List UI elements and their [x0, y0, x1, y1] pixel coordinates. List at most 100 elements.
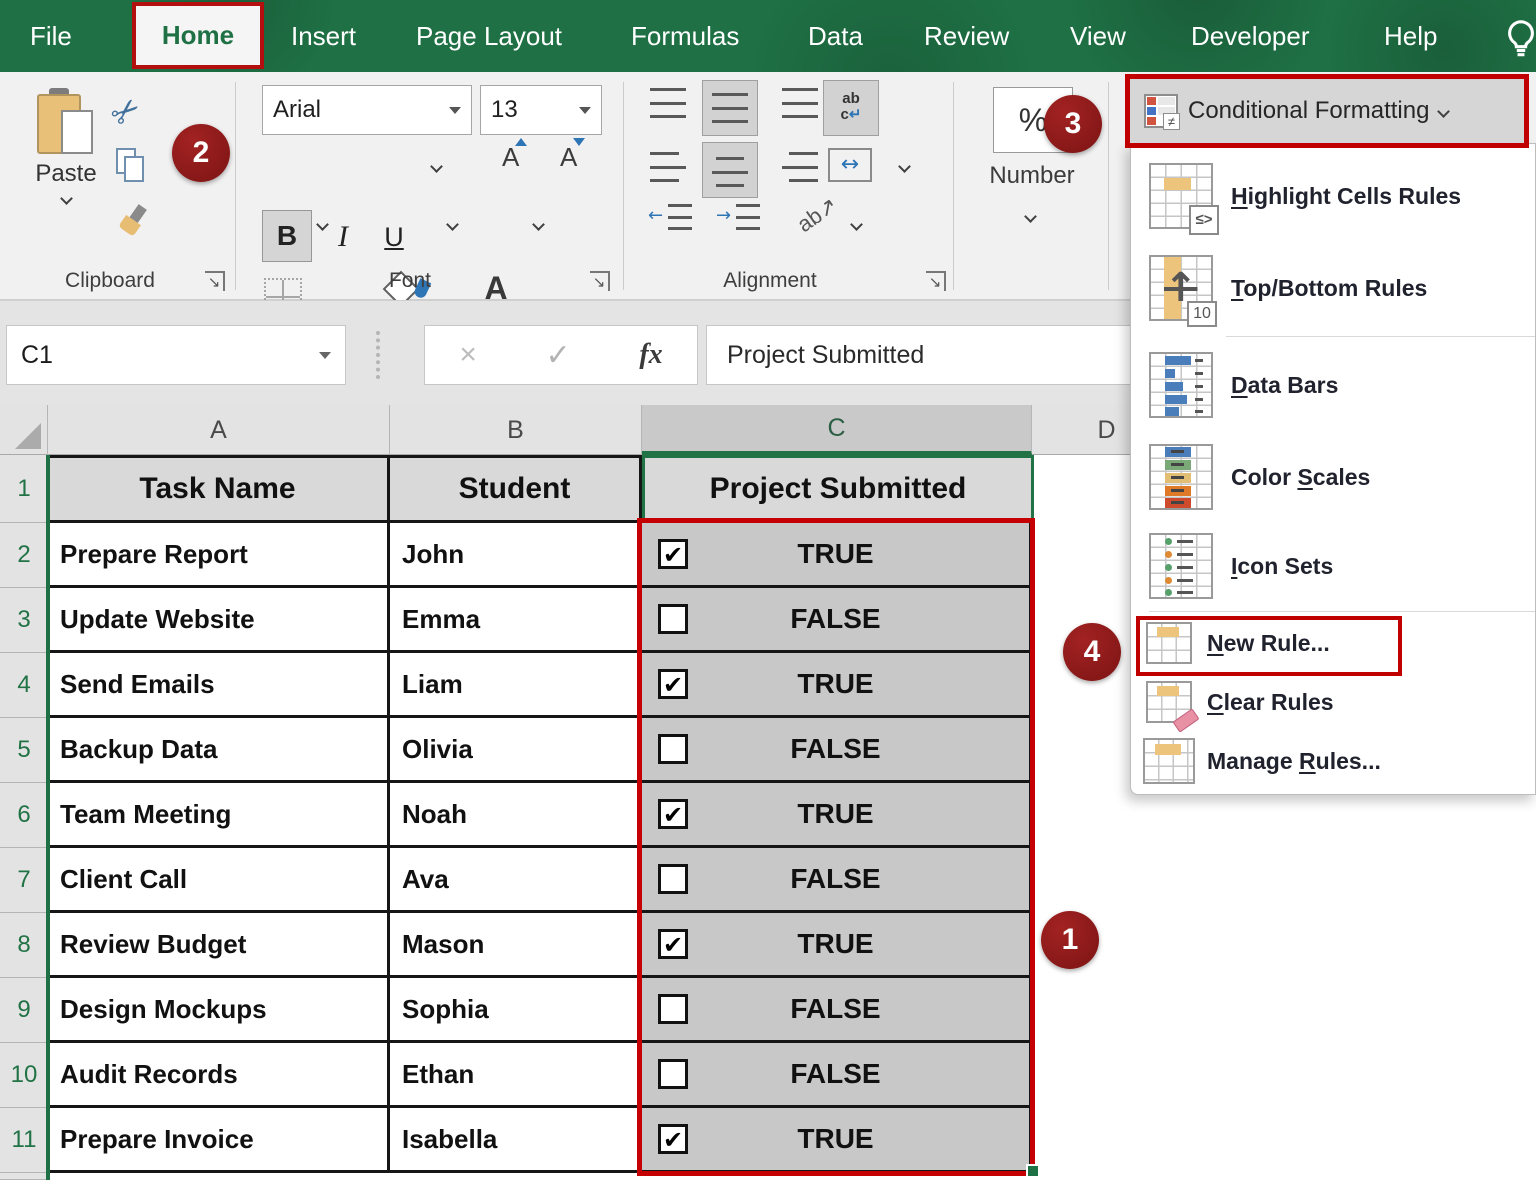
- cell-b9[interactable]: Sophia: [390, 978, 642, 1043]
- font-size-dropdown-arrow[interactable]: [579, 107, 591, 114]
- column-header-c-selected[interactable]: C: [642, 405, 1032, 455]
- formula-bar-resize-handle[interactable]: [376, 331, 380, 379]
- orientation-icon[interactable]: ab↗: [792, 192, 842, 238]
- underline-dropdown-chevron[interactable]: [430, 160, 443, 173]
- increase-indent-button[interactable]: →: [716, 204, 760, 230]
- cell-b4[interactable]: Liam: [390, 653, 642, 718]
- tab-formulas[interactable]: Formulas: [631, 0, 739, 72]
- cell-b6[interactable]: Noah: [390, 783, 642, 848]
- cell-a8[interactable]: Review Budget: [48, 913, 390, 978]
- cell-a11[interactable]: Prepare Invoice: [48, 1108, 390, 1173]
- enter-icon[interactable]: ✓: [546, 338, 571, 373]
- row-header-7[interactable]: 7: [0, 848, 48, 913]
- grow-font-button[interactable]: A: [502, 142, 519, 173]
- menu-item-data-bars[interactable]: Data Bars: [1131, 339, 1535, 431]
- font-color-dropdown-chevron[interactable]: [532, 218, 545, 231]
- menu-item-highlight-cells-rules[interactable]: ≤> Highlight Cells Rules: [1131, 150, 1535, 242]
- row-header-10[interactable]: 10: [0, 1043, 48, 1108]
- column-header-a[interactable]: A: [48, 405, 390, 455]
- menu-item-clear-rules[interactable]: Clear Rules: [1131, 672, 1535, 732]
- number-group-chevron[interactable]: [1024, 210, 1037, 223]
- cell-a10[interactable]: Audit Records: [48, 1043, 390, 1108]
- row-header-6[interactable]: 6: [0, 783, 48, 848]
- column-header-b[interactable]: B: [390, 405, 642, 455]
- menu-item-top-bottom-rules[interactable]: ↑ 10 Top/Bottom Rules: [1131, 242, 1535, 334]
- middle-align-button-active[interactable]: [702, 80, 758, 136]
- cell-a3[interactable]: Update Website: [48, 588, 390, 653]
- cell-a6[interactable]: Team Meeting: [48, 783, 390, 848]
- row-header-11[interactable]: 11: [0, 1108, 48, 1173]
- cell-a2[interactable]: Prepare Report: [48, 523, 390, 588]
- name-box[interactable]: C1: [6, 325, 346, 385]
- row-header-1[interactable]: 1: [0, 455, 48, 523]
- conditional-formatting-button-redbox[interactable]: ≠ Conditional Formatting: [1125, 74, 1529, 148]
- fill-handle[interactable]: [1026, 1164, 1040, 1178]
- font-size-combo[interactable]: 13: [480, 85, 602, 135]
- cell-b7[interactable]: Ava: [390, 848, 642, 913]
- menu-item-color-scales[interactable]: Color Scales: [1131, 431, 1535, 523]
- cell-b2[interactable]: John: [390, 523, 642, 588]
- cell-b10[interactable]: Ethan: [390, 1043, 642, 1108]
- bold-button[interactable]: B: [262, 210, 312, 262]
- select-all-button[interactable]: [0, 405, 48, 455]
- italic-button[interactable]: I: [324, 214, 362, 260]
- conditional-formatting-chevron: [1438, 105, 1451, 118]
- fill-color-dropdown-chevron[interactable]: [446, 218, 459, 231]
- merge-center-icon[interactable]: ↔: [828, 148, 872, 182]
- font-name-dropdown-arrow[interactable]: [449, 107, 461, 114]
- name-box-dropdown-arrow[interactable]: [319, 352, 331, 359]
- tab-view[interactable]: View: [1070, 0, 1126, 72]
- cell-b8[interactable]: Mason: [390, 913, 642, 978]
- tab-file[interactable]: File: [30, 0, 72, 72]
- bottom-align-icon[interactable]: [782, 88, 818, 118]
- row-header-2[interactable]: 2: [0, 523, 48, 588]
- cell-b5[interactable]: Olivia: [390, 718, 642, 783]
- cell-a5[interactable]: Backup Data: [48, 718, 390, 783]
- center-align-button-active[interactable]: [702, 142, 758, 198]
- orientation-dropdown-chevron[interactable]: [850, 218, 863, 231]
- format-painter-icon[interactable]: [105, 195, 155, 245]
- row-header-9[interactable]: 9: [0, 978, 48, 1043]
- cell-a7[interactable]: Client Call: [48, 848, 390, 913]
- row-header-8[interactable]: 8: [0, 913, 48, 978]
- insert-function-icon[interactable]: fx: [639, 339, 662, 371]
- underline-button[interactable]: U: [372, 214, 416, 260]
- lightbulb-icon[interactable]: [1498, 16, 1536, 62]
- decrease-indent-button[interactable]: ←: [648, 204, 692, 230]
- tab-developer[interactable]: Developer: [1191, 0, 1310, 72]
- copy-icon[interactable]: [116, 148, 146, 184]
- merge-dropdown-chevron[interactable]: [898, 160, 911, 173]
- cell-b3[interactable]: Emma: [390, 588, 642, 653]
- wrap-text-button-active[interactable]: ab c↵: [823, 80, 879, 136]
- cell-a9[interactable]: Design Mockups: [48, 978, 390, 1043]
- paste-button[interactable]: Paste: [22, 88, 110, 258]
- tab-insert[interactable]: Insert: [291, 0, 356, 72]
- cancel-icon[interactable]: ×: [459, 338, 477, 372]
- cell-c1-selected[interactable]: Project Submitted: [642, 455, 1034, 523]
- tab-page-layout[interactable]: Page Layout: [416, 0, 562, 72]
- alignment-dialog-launcher[interactable]: ↘: [926, 271, 946, 291]
- cell-a4[interactable]: Send Emails: [48, 653, 390, 718]
- cell-a1[interactable]: Task Name: [48, 455, 390, 523]
- paste-dropdown-chevron[interactable]: [60, 192, 73, 205]
- tab-help[interactable]: Help: [1384, 0, 1437, 72]
- tab-review[interactable]: Review: [924, 0, 1009, 72]
- tab-home-active-redbox[interactable]: Home: [132, 2, 264, 69]
- shrink-font-button[interactable]: A: [560, 142, 577, 173]
- cell-b1[interactable]: Student: [390, 455, 642, 523]
- name-box-value: C1: [21, 341, 319, 370]
- row-header-4[interactable]: 4: [0, 653, 48, 718]
- row-header-3[interactable]: 3: [0, 588, 48, 653]
- clipboard-dialog-launcher[interactable]: ↘: [205, 271, 225, 291]
- cell-b11[interactable]: Isabella: [390, 1108, 642, 1173]
- font-dialog-launcher[interactable]: ↘: [590, 271, 610, 291]
- align-left-icon[interactable]: [650, 152, 686, 182]
- top-align-icon[interactable]: [650, 88, 686, 118]
- menu-item-icon-sets[interactable]: Icon Sets: [1131, 523, 1535, 609]
- align-right-icon[interactable]: [782, 152, 818, 182]
- menu-item-manage-rules[interactable]: Manage Rules...: [1131, 732, 1535, 790]
- formula-buttons: × ✓ fx: [424, 325, 698, 385]
- tab-data[interactable]: Data: [808, 0, 863, 72]
- font-name-combo[interactable]: Arial: [262, 85, 472, 135]
- row-header-5[interactable]: 5: [0, 718, 48, 783]
